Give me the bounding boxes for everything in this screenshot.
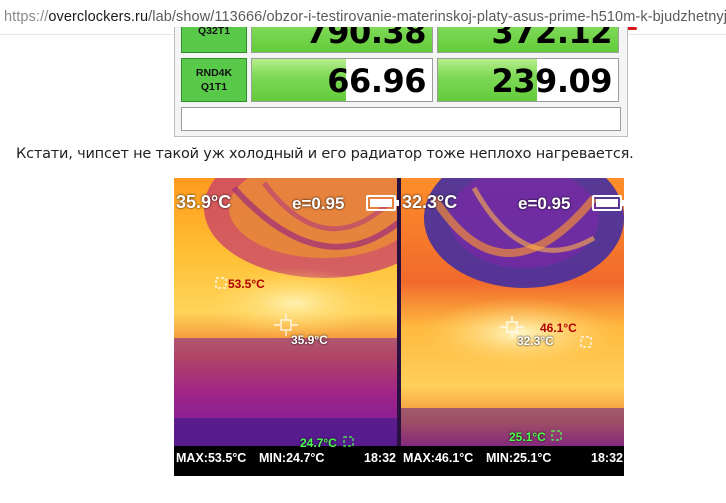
url-path: /lab/show/113666/obzor-i-testirovanie-ma…	[148, 9, 513, 25]
write-value: 239.09	[491, 62, 613, 100]
right-center-temp: 32.3°C	[402, 192, 458, 212]
right-battery-icon	[592, 195, 625, 211]
url-domain: overclockers.ru	[48, 9, 149, 25]
left-battery-icon	[366, 195, 399, 211]
left-center-temp: 35.9°C	[176, 192, 232, 212]
left-max-readout: MAX:53.5°C	[176, 451, 247, 465]
right-min-readout: MIN:25.1°C	[486, 451, 552, 465]
benchmark-row-rnd4k: RND4K Q1T1 66.96 239.09	[181, 58, 627, 102]
benchmark-label: RND4K Q1T1	[181, 58, 247, 102]
right-max-readout: MAX:46.1°C	[403, 451, 474, 465]
read-value: 790.38	[305, 27, 427, 51]
left-cold-marker: 24.7°C	[300, 436, 337, 450]
read-value-cell: 66.96	[251, 58, 433, 102]
write-value-cell: 372.12	[437, 27, 619, 53]
left-cursor-temp: 35.9°C	[291, 333, 328, 347]
url-scheme: https://	[4, 9, 49, 25]
benchmark-row-q32t1: Q32T1 790.38 372.12	[181, 27, 627, 53]
thermal-image: 35.9°C e=0.95 53.5°C 35.9°C 24.7°C MAX:5…	[174, 178, 625, 476]
benchmark-label: Q32T1	[181, 27, 247, 53]
read-value: 66.96	[327, 62, 426, 100]
benchmark-label-line2: Q1T1	[200, 81, 228, 93]
benchmark-screenshot: Q32T1 790.38 372.12 RND4K Q1T1 66.96 239…	[174, 27, 628, 137]
left-time: 18:32	[364, 451, 396, 465]
left-emissivity: e=0.95	[292, 194, 345, 213]
benchmark-label-line1: Q32T1	[197, 27, 231, 37]
write-value: 372.12	[491, 27, 613, 51]
article-paragraph: Кстати, чипсет не такой уж холодный и ег…	[16, 146, 634, 162]
right-hot-marker: 46.1°C	[540, 321, 577, 335]
url-path-tail: -bjudzhetnyj-ko	[647, 9, 726, 25]
left-min-readout: MIN:24.7°C	[259, 451, 325, 465]
benchmark-comment-field	[181, 107, 621, 131]
benchmark-label-line1: RND4K	[195, 67, 233, 79]
right-cold-marker: 25.1°C	[509, 430, 546, 444]
read-value-cell: 790.38	[251, 27, 433, 53]
right-emissivity: e=0.95	[518, 194, 571, 213]
right-cursor-temp: 32.3°C	[517, 334, 554, 348]
right-time: 18:32	[591, 451, 623, 465]
url-text[interactable]: https://overclockers.ru/lab/show/113666/…	[4, 9, 726, 25]
url-path-highlight: asus-prime-h510m-k	[512, 9, 648, 25]
write-value-cell: 239.09	[437, 58, 619, 102]
left-hot-marker: 53.5°C	[228, 277, 265, 291]
